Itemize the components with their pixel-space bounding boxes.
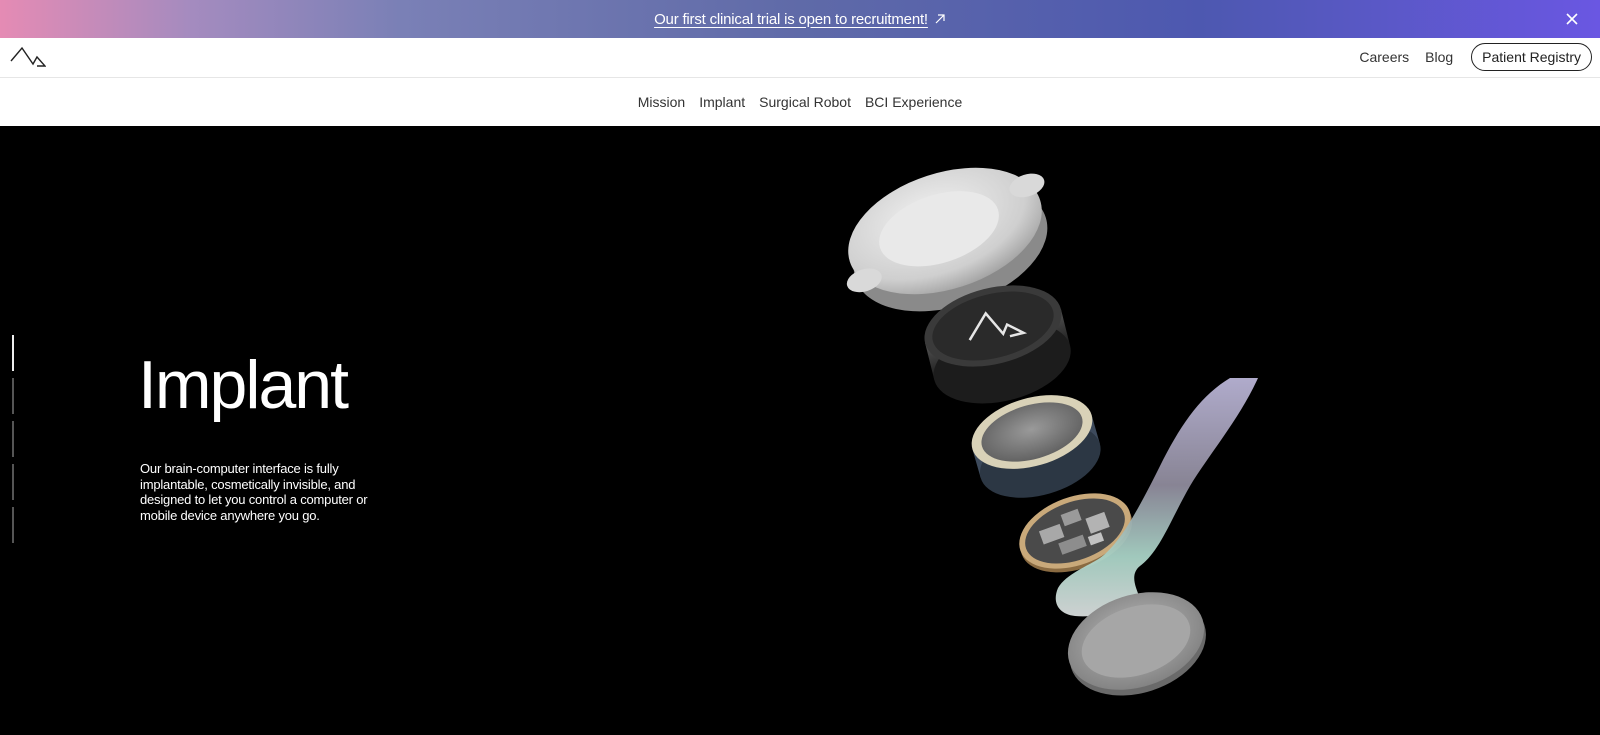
nav-surgical-robot[interactable]: Surgical Robot [759,94,851,110]
progress-step-3[interactable] [12,421,14,457]
progress-step-1[interactable] [12,335,14,371]
top-nav-links: Careers Blog Patient Registry [1351,43,1592,71]
announcement-banner: Our first clinical trial is open to recr… [0,0,1600,38]
arrow-up-right-icon [935,14,945,24]
announcement-text: Our first clinical trial is open to recr… [654,10,928,28]
top-navigation: Careers Blog Patient Registry [0,38,1600,78]
exploded-implant-image [846,167,1258,696]
blog-link[interactable]: Blog [1417,43,1461,71]
section-nav: Mission Implant Surgical Robot BCI Exper… [0,78,1600,126]
careers-link[interactable]: Careers [1351,43,1417,71]
nav-mission[interactable]: Mission [638,94,685,110]
announcement-link[interactable]: Our first clinical trial is open to recr… [654,11,946,28]
progress-step-4[interactable] [12,464,14,500]
page-title: Implant [138,347,349,423]
hero-description: Our brain-computer interface is fully im… [140,461,368,523]
close-icon[interactable] [1562,9,1582,29]
progress-step-2[interactable] [12,378,14,414]
nav-bci-experience[interactable]: BCI Experience [865,94,962,110]
implant-hero: Implant Our brain-computer interface is … [0,126,1600,735]
progress-step-5[interactable] [12,507,14,543]
patient-registry-button[interactable]: Patient Registry [1471,43,1592,71]
neuralink-logo[interactable] [10,44,46,70]
nav-implant[interactable]: Implant [699,94,745,110]
